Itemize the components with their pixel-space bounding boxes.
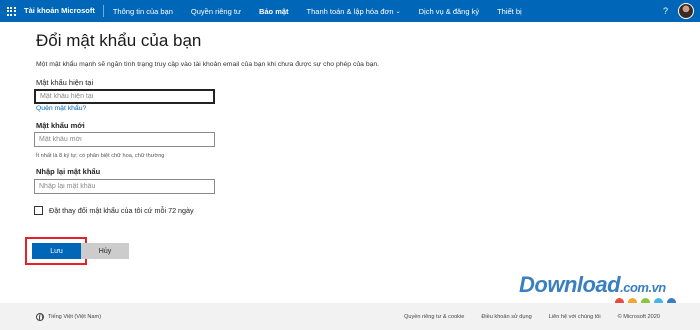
footer-link-privacy[interactable]: Quyền riêng tư & cookie — [404, 314, 464, 320]
nav-item-label: Quyền riêng tư — [190, 6, 241, 16]
reenter-password-label: Nhập lại mật khẩu — [36, 167, 101, 176]
intro-text: Một mật khẩu mạnh sẽ ngăn tình trạng tru… — [36, 61, 380, 68]
nav-item-2[interactable]: Bảo mật — [250, 0, 298, 22]
app-launcher-icon[interactable] — [0, 0, 22, 22]
nav-item-label: Thanh toán & lập hóa đơn — [306, 6, 394, 16]
nav-item-4[interactable]: Dịch vụ & đăng ký — [410, 0, 488, 22]
nav-item-3[interactable]: Thanh toán & lập hóa đơn ⌄ — [298, 0, 410, 22]
help-icon[interactable]: ? — [663, 6, 668, 16]
nav-item-5[interactable]: Thiết bị — [488, 0, 531, 22]
reenter-password-field[interactable] — [34, 179, 215, 194]
save-button[interactable]: Lưu — [32, 243, 81, 259]
language-label: Tiếng Việt (Việt Nam) — [48, 313, 102, 320]
top-nav-bar: Tài khoản Microsoft Thông tin của bạn Quy… — [0, 0, 700, 22]
brand-link[interactable]: Tài khoản Microsoft — [22, 5, 104, 17]
nav-item-label: Thông tin của bạn — [112, 6, 173, 16]
current-password-field[interactable] — [34, 89, 215, 104]
watermark-text: Download.com.vn — [519, 272, 666, 297]
current-password-label: Mật khẩu hiện tại — [36, 78, 94, 87]
password-hint: Ít nhất là 8 ký tự; có phân biệt chữ hoa… — [36, 153, 165, 159]
footer-link-contact[interactable]: Liên hệ với chúng tôi — [549, 314, 601, 320]
new-password-label: Mật khẩu mới — [36, 121, 85, 130]
new-password-field[interactable] — [34, 132, 215, 147]
expire-password-option[interactable]: Đặt thay đổi mật khẩu của tôi cứ mỗi 72 … — [34, 206, 194, 215]
page-title: Đổi mật khẩu của bạn — [36, 31, 202, 50]
top-right-actions: ? — [663, 0, 694, 22]
nav-item-label: Bảo mật — [258, 6, 289, 16]
nav-item-label: Thiết bị — [497, 6, 522, 16]
footer-links: Quyền riêng tư & cookie Điều khoản sử dụ… — [404, 314, 660, 320]
main-nav: Thông tin của bạn Quyền riêng tư Bảo mật Th… — [104, 0, 531, 22]
download-watermark: Download.com.vn — [519, 272, 694, 307]
forgot-password-link[interactable]: Quên mật khẩu? — [36, 105, 86, 112]
nav-item-1[interactable]: Quyền riêng tư — [182, 0, 250, 22]
expire-password-checkbox[interactable] — [34, 206, 43, 215]
nav-item-0[interactable]: Thông tin của bạn — [104, 0, 182, 22]
chevron-down-icon: ⌄ — [395, 8, 401, 15]
globe-icon — [36, 312, 44, 321]
language-selector[interactable]: Tiếng Việt (Việt Nam) — [36, 312, 102, 321]
expire-password-label: Đặt thay đổi mật khẩu của tôi cứ mỗi 72 … — [49, 206, 194, 215]
cancel-button[interactable]: Hủy — [81, 243, 129, 259]
nav-item-label: Dịch vụ & đăng ký — [418, 6, 480, 16]
footer-copyright: © Microsoft 2020 — [617, 313, 660, 320]
avatar[interactable] — [678, 3, 694, 19]
footer: Tiếng Việt (Việt Nam) Quyền riêng tư & c… — [0, 303, 700, 330]
footer-link-terms[interactable]: Điều khoản sử dụng — [481, 314, 531, 320]
